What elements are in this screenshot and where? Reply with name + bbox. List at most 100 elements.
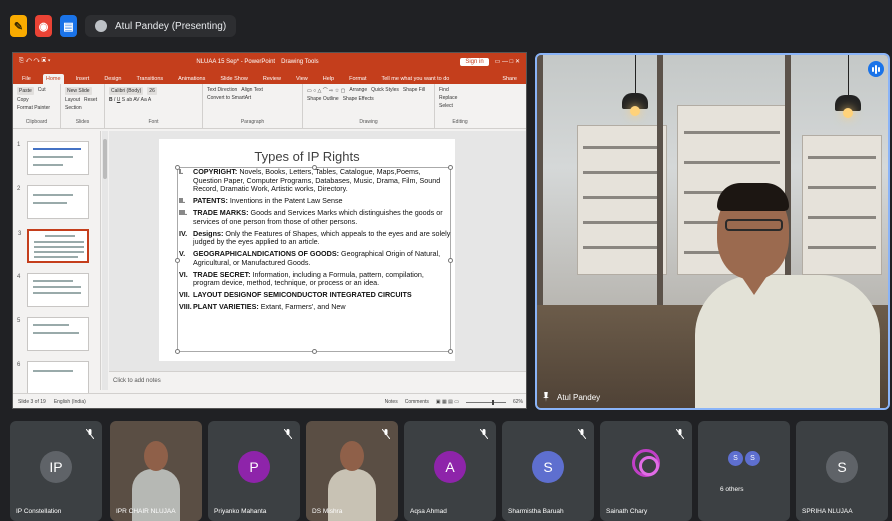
view-icons[interactable]: ▣ ▦ ▤ ▭: [436, 399, 459, 405]
participant-tile[interactable]: Sainath Chary: [600, 421, 692, 521]
slide-edit-area: Types of IP Rights I. COPYRIGHT: Novels, …: [109, 131, 526, 371]
signin-button[interactable]: Sign in: [460, 57, 489, 66]
find-button[interactable]: Find: [439, 87, 481, 93]
font-size-select[interactable]: 26: [147, 87, 157, 95]
reset-button[interactable]: Reset: [84, 97, 97, 103]
language-label[interactable]: English (India): [54, 399, 86, 405]
list-item: I. COPYRIGHT: Novels, Books, Letters, Tab…: [179, 167, 451, 194]
resize-handle[interactable]: [175, 349, 180, 354]
menu-review[interactable]: Review: [260, 74, 284, 84]
menu-animations[interactable]: Animations: [175, 74, 208, 84]
thumb-number: 2: [17, 186, 21, 192]
ppt-menu: File Home Insert Design Transitions Anim…: [13, 70, 526, 84]
shape-outline-button[interactable]: Shape Outline: [307, 96, 339, 102]
zoom-level[interactable]: 62%: [513, 399, 523, 405]
list-item: V. GEOGRAPHICALNDICATIONS OF GOODS: Geogr…: [179, 249, 451, 267]
speaker-name-tag: Atul Pandey: [543, 392, 600, 402]
participant-tile[interactable]: IP IP Constellation: [10, 421, 102, 521]
quick-access-icon[interactable]: ⎘ ↶ ↷ ▣ ▾: [19, 58, 50, 65]
participant-name: IPR CHAIR NLUJAA: [116, 508, 176, 515]
item-number: II.: [179, 196, 185, 206]
record-icon[interactable]: ◉: [35, 15, 52, 37]
share-button[interactable]: Share: [499, 74, 520, 84]
ip-rights-list: I. COPYRIGHT: Novels, Books, Letters, Tab…: [179, 167, 451, 315]
participant-tile[interactable]: DS Mishra: [306, 421, 398, 521]
format-painter-button[interactable]: Format Painter: [17, 105, 50, 111]
tell-me-input[interactable]: Tell me what you want to do: [379, 74, 453, 84]
lamp-wire: [635, 55, 636, 95]
item-text: Inventions in the Patent Law Sense: [227, 196, 343, 206]
speaking-indicator-icon: [868, 61, 884, 77]
notes-pane[interactable]: Click to add notes: [109, 371, 526, 390]
slide-thumbnail[interactable]: 6: [17, 361, 89, 395]
slide-thumbnail-selected[interactable]: 3: [18, 229, 89, 263]
menu-format[interactable]: Format: [346, 74, 369, 84]
menu-help[interactable]: Help: [320, 74, 337, 84]
editing-label: Editing: [452, 119, 468, 125]
menu-transitions[interactable]: Transitions: [133, 74, 166, 84]
shape-effects-button[interactable]: Shape Effects: [343, 96, 374, 102]
participant-tile[interactable]: S SPRIHA NLUJAA: [796, 421, 888, 521]
text-direction-button[interactable]: Text Direction: [207, 87, 237, 93]
layout-button[interactable]: Layout: [65, 97, 80, 103]
paste-button[interactable]: Paste: [17, 87, 34, 95]
shape-fill-button[interactable]: Shape Fill: [403, 87, 425, 94]
participant-tile[interactable]: S Sharmistha Baruah: [502, 421, 594, 521]
thumbnails-scrollbar[interactable]: [102, 131, 108, 390]
presenter-label: Atul Pandey (Presenting): [115, 20, 227, 32]
menu-slide-show[interactable]: Slide Show: [217, 74, 251, 84]
resize-handle[interactable]: [448, 349, 453, 354]
quick-styles-button[interactable]: Quick Styles: [371, 87, 399, 94]
current-slide[interactable]: Types of IP Rights I. COPYRIGHT: Novels, …: [159, 139, 455, 361]
convert-smartart-button[interactable]: Convert to SmartArt: [207, 95, 251, 101]
docs-icon[interactable]: ▤: [60, 15, 77, 37]
item-heading: PATENTS:: [193, 196, 228, 206]
participant-name: IP Constellation: [16, 508, 62, 515]
zoom-slider[interactable]: [465, 399, 506, 405]
comments-button[interactable]: Comments: [405, 399, 429, 405]
replace-button[interactable]: Replace: [439, 95, 481, 101]
section-button[interactable]: Section: [65, 105, 82, 111]
slide-thumbnail[interactable]: 2: [17, 185, 89, 219]
menu-view[interactable]: View: [293, 74, 311, 84]
cut-button[interactable]: Cut: [38, 87, 46, 95]
shapes-gallery-icon[interactable]: ▭ ○ △ ⌒ ⇨ ☆ ▢: [307, 87, 345, 94]
new-slide-button[interactable]: New Slide: [65, 87, 92, 95]
select-button[interactable]: Select: [439, 103, 481, 109]
slide-title[interactable]: Types of IP Rights: [159, 149, 455, 164]
others-tile[interactable]: S S 6 others: [698, 421, 790, 521]
presenter-icon: [95, 20, 107, 32]
presenting-chip[interactable]: Atul Pandey (Presenting): [85, 15, 237, 37]
menu-file[interactable]: File: [19, 74, 34, 84]
font-name-select[interactable]: Calibri (Body): [109, 87, 144, 95]
slide-thumbnail[interactable]: 4: [17, 273, 89, 307]
main-speaker-video[interactable]: Atul Pandey: [535, 53, 890, 410]
menu-home[interactable]: Home: [42, 74, 64, 84]
slide-thumbnail[interactable]: 1: [17, 141, 89, 175]
participant-tile[interactable]: A Aqsa Ahmad: [404, 421, 496, 521]
window-controls-icon[interactable]: ▭ — □ ✕: [495, 58, 520, 65]
notes-button[interactable]: Notes: [385, 399, 398, 405]
participant-name: DS Mishra: [312, 508, 343, 515]
participant-tile[interactable]: IPR CHAIR NLUJAA: [110, 421, 202, 521]
arrange-button[interactable]: Arrange: [349, 87, 367, 94]
copy-button[interactable]: Copy: [17, 97, 29, 103]
whiteboard-icon[interactable]: ✎: [10, 15, 27, 37]
menu-insert[interactable]: Insert: [73, 74, 93, 84]
slides-label: Slides: [75, 119, 90, 125]
participant-tile[interactable]: P Priyanko Mahanta: [208, 421, 300, 521]
item-heading: LAYOUT DESIGNOF SEMICONDUCTOR INTEGRATED…: [193, 290, 412, 300]
pin-icon[interactable]: [543, 392, 549, 402]
resize-handle[interactable]: [312, 349, 317, 354]
mic-off-icon: [284, 429, 292, 439]
shared-screen: ⎘ ↶ ↷ ▣ ▾ NLUAA 15 Sep* - PowerPoint Dra…: [12, 52, 527, 409]
ribbon: Paste Cut Copy Format Painter Clipboard …: [13, 84, 526, 129]
thumb-number: 6: [17, 362, 21, 368]
align-text-button[interactable]: Align Text: [241, 87, 263, 93]
menu-design[interactable]: Design: [101, 74, 124, 84]
notes-placeholder: Click to add notes: [113, 378, 161, 384]
slide-thumbnail[interactable]: 5: [17, 317, 89, 351]
avatar: P: [238, 451, 270, 483]
font-format-icons[interactable]: B I U S ab AV Aa A: [109, 97, 151, 103]
list-item: VII. LAYOUT DESIGNOF SEMICONDUCTOR INTEGR…: [179, 291, 451, 300]
